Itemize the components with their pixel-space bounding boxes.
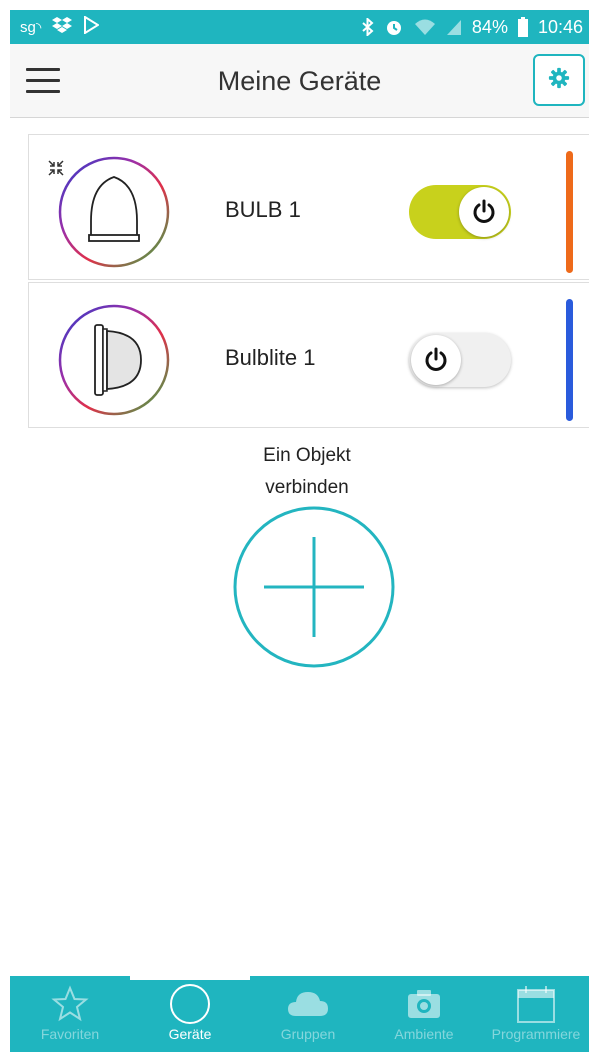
power-icon — [411, 335, 461, 385]
camera-icon — [408, 990, 440, 1018]
alarm-icon — [384, 18, 404, 36]
settings-button[interactable] — [533, 54, 585, 106]
battery-icon — [517, 17, 528, 37]
cloud-icon — [288, 992, 328, 1016]
connect-label-line-2: verbinden — [265, 477, 349, 498]
bulblite-icon — [57, 303, 171, 417]
plus-icon — [233, 506, 395, 668]
power-icon — [459, 187, 509, 237]
power-toggle[interactable] — [409, 333, 511, 387]
carrier-label: sg — [20, 18, 36, 36]
device-card-bulblite-1[interactable]: Bulblite 1 — [28, 282, 589, 428]
nav-item-gruppen[interactable]: Gruppen — [250, 984, 366, 1052]
nav-label: Favoriten — [40, 1026, 100, 1042]
circle-icon — [170, 984, 210, 1024]
cell-signal-icon — [446, 18, 462, 36]
signal-icon: sg◝ — [20, 18, 42, 36]
page-title: Meine Geräte — [217, 66, 382, 96]
device-name: BULB 1 — [225, 197, 301, 222]
bottom-nav: Favoriten Geräte Gruppen Ambiente Progra… — [10, 976, 589, 1052]
wifi-icon — [414, 18, 436, 36]
nav-label: Programmiere — [491, 1026, 581, 1042]
star-icon — [51, 985, 89, 1022]
play-store-icon — [83, 14, 101, 39]
connect-label: Ein Objekt verbinden — [214, 440, 400, 504]
app-bar: Meine Geräte — [10, 44, 589, 118]
power-toggle[interactable] — [409, 185, 511, 239]
active-tab-indicator — [130, 976, 250, 980]
clock: 10:46 — [537, 16, 583, 37]
device-card-bulb-1[interactable]: BULB 1 — [28, 134, 589, 280]
calendar-icon — [517, 986, 555, 1023]
color-indicator — [566, 151, 573, 273]
bulb-icon — [57, 155, 171, 269]
device-name: Bulblite 1 — [225, 345, 316, 370]
nav-item-ambiente[interactable]: Ambiente — [366, 984, 482, 1052]
nav-label: Gruppen — [280, 1026, 336, 1042]
bluetooth-icon — [362, 18, 374, 36]
nav-label: Ambiente — [394, 1026, 454, 1042]
battery-level: 84% — [471, 16, 508, 37]
status-bar: sg◝ 84% 10:46 — [10, 10, 589, 44]
dropbox-icon — [51, 16, 73, 39]
nav-label: Geräte — [168, 1026, 212, 1042]
color-indicator — [566, 299, 573, 421]
gear-icon — [548, 67, 570, 94]
connect-label-line-1: Ein Objekt — [263, 445, 351, 466]
add-device-button[interactable] — [232, 505, 396, 669]
nav-item-favoriten[interactable]: Favoriten — [12, 984, 128, 1052]
nav-item-geraete[interactable]: Geräte — [132, 984, 248, 1052]
nav-item-programmiere[interactable]: Programmiere — [480, 984, 589, 1052]
